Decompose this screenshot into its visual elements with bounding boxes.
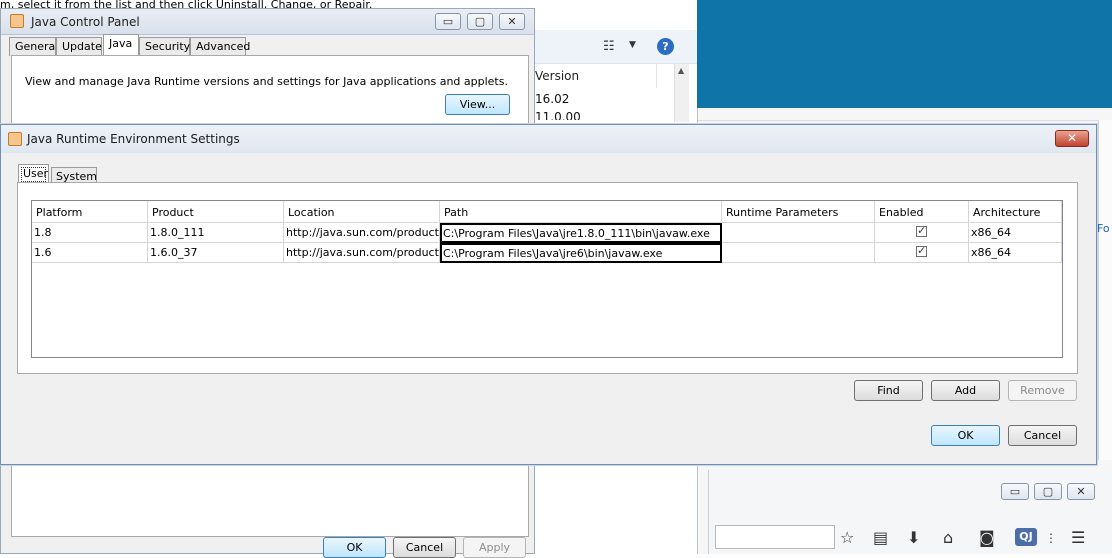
column-header-location[interactable]: Location <box>284 201 440 223</box>
chevron-up-icon[interactable]: ▲ <box>678 66 684 75</box>
explorer-scrollbar[interactable]: ▲ <box>674 64 689 122</box>
reading-list-icon[interactable]: ▤ <box>873 528 888 547</box>
table-row-location[interactable]: http://java.sun.com/product... <box>284 243 440 263</box>
add-button[interactable]: Add <box>931 380 1000 401</box>
ok-button[interactable]: OK <box>323 537 386 558</box>
close-button[interactable]: ✕ <box>499 13 525 30</box>
view-options-icon[interactable]: ☷ <box>603 39 615 54</box>
table-row-architecture[interactable]: x86_64 <box>969 243 1062 263</box>
version-value: 16.02 <box>535 92 570 106</box>
background-link-fragment[interactable]: Fo <box>1097 222 1110 235</box>
version-column-header[interactable]: Version <box>535 64 657 88</box>
maximize-button[interactable]: ▢ <box>467 13 493 30</box>
background-blue-panel <box>697 0 1112 110</box>
chevron-down-icon[interactable]: ▼ <box>629 40 636 50</box>
java-cup-icon <box>8 132 22 146</box>
column-header-runtime-parameters[interactable]: Runtime Parameters <box>722 201 875 223</box>
column-header-enabled[interactable]: Enabled <box>875 201 969 223</box>
jre-settings-dialog: Java Runtime Environment Settings ✕ User… <box>0 124 1097 465</box>
explorer-toolbar: ☷ ▼ ? <box>535 30 697 64</box>
home-icon[interactable]: ⌂ <box>943 528 953 547</box>
bookmark-star-icon[interactable]: ☆ <box>840 528 854 547</box>
jre-dialog-title-bar[interactable]: Java Runtime Environment Settings ✕ <box>1 125 1096 153</box>
minimize-button[interactable]: ▭ <box>1001 483 1029 500</box>
tab-update[interactable]: Update <box>56 37 102 56</box>
extension-badge-icon[interactable]: QJ <box>1015 528 1037 546</box>
find-button[interactable]: Find <box>854 380 923 401</box>
column-header-product[interactable]: Product <box>148 201 284 223</box>
table-row-platform[interactable]: 1.6 <box>32 243 148 263</box>
remove-button[interactable]: Remove <box>1008 380 1077 401</box>
cancel-button[interactable]: Cancel <box>393 537 456 558</box>
table-row-location[interactable]: http://java.sun.com/product... <box>284 223 440 243</box>
java-tab-panel: View and manage Java Runtime versions an… <box>11 55 529 125</box>
table-row-enabled <box>875 223 969 243</box>
table-row-runtime-parameters[interactable] <box>722 223 875 243</box>
ok-button[interactable]: OK <box>931 425 1000 446</box>
table-row-product[interactable]: 1.8.0_111 <box>148 223 284 243</box>
table-row-path[interactable]: C:\Program Files\Java\jre6\bin\javaw.exe <box>440 243 722 263</box>
programs-explorer: ☷ ▼ ? Version 16.02 11.0.00 ▲ <box>535 30 697 122</box>
dialog-title: Java Runtime Environment Settings <box>27 132 240 146</box>
background-instruction-text: m, select it from the list and then clic… <box>0 0 373 8</box>
table-row-product[interactable]: 1.6.0_37 <box>148 243 284 263</box>
column-header-path[interactable]: Path <box>440 201 722 223</box>
column-header-architecture[interactable]: Architecture <box>969 201 1062 223</box>
download-icon[interactable]: ⬇ <box>907 528 920 547</box>
table-row-enabled <box>875 243 969 263</box>
maximize-button[interactable]: ▢ <box>1034 483 1062 500</box>
control-panel-lower-area <box>11 461 529 537</box>
control-panel-title-bar[interactable]: Java Control Panel ▭ ▢ ✕ <box>1 9 534 35</box>
tab-advanced[interactable]: Advanced <box>190 37 250 56</box>
user-tab-panel: Platform Product Location Path Runtime P… <box>17 182 1078 374</box>
enabled-checkbox[interactable] <box>916 244 927 257</box>
background-right-edge <box>1098 120 1112 460</box>
apply-button[interactable]: Apply <box>463 537 526 558</box>
close-button[interactable]: ✕ <box>1055 130 1089 147</box>
java-cup-icon <box>10 14 24 28</box>
view-button[interactable]: View... <box>445 94 510 115</box>
window-title: Java Control Panel <box>31 15 140 29</box>
table-row-runtime-parameters[interactable] <box>722 243 875 263</box>
minimize-button[interactable]: ▭ <box>435 13 461 30</box>
browser-window-bar: ▭ ▢ ✕ ☆ ▤ ⬇ ⌂ ◙ QJ ⋮ ☰ <box>708 470 1112 554</box>
pocket-icon[interactable]: ◙ <box>979 528 995 547</box>
table-row-path[interactable]: C:\Program Files\Java\jre1.8.0_111\bin\j… <box>440 223 722 243</box>
close-button[interactable]: ✕ <box>1067 483 1095 500</box>
help-icon[interactable]: ? <box>657 38 674 55</box>
cancel-button[interactable]: Cancel <box>1008 425 1077 446</box>
version-value: 11.0.00 <box>535 110 581 120</box>
search-input[interactable] <box>715 525 835 549</box>
hamburger-menu-icon[interactable]: ☰ <box>1071 528 1085 547</box>
tab-general[interactable]: General <box>9 37 58 56</box>
tab-security[interactable]: Security <box>139 37 190 56</box>
table-row-architecture[interactable]: x86_64 <box>969 223 1062 243</box>
table-row-platform[interactable]: 1.8 <box>32 223 148 243</box>
tab-java[interactable]: Java <box>103 34 139 56</box>
overflow-icon[interactable]: ⋮ <box>1045 531 1057 545</box>
enabled-checkbox[interactable] <box>916 224 927 237</box>
column-header-platform[interactable]: Platform <box>32 201 148 223</box>
jre-table: Platform Product Location Path Runtime P… <box>31 200 1063 358</box>
java-tab-description: View and manage Java Runtime versions an… <box>25 75 508 88</box>
